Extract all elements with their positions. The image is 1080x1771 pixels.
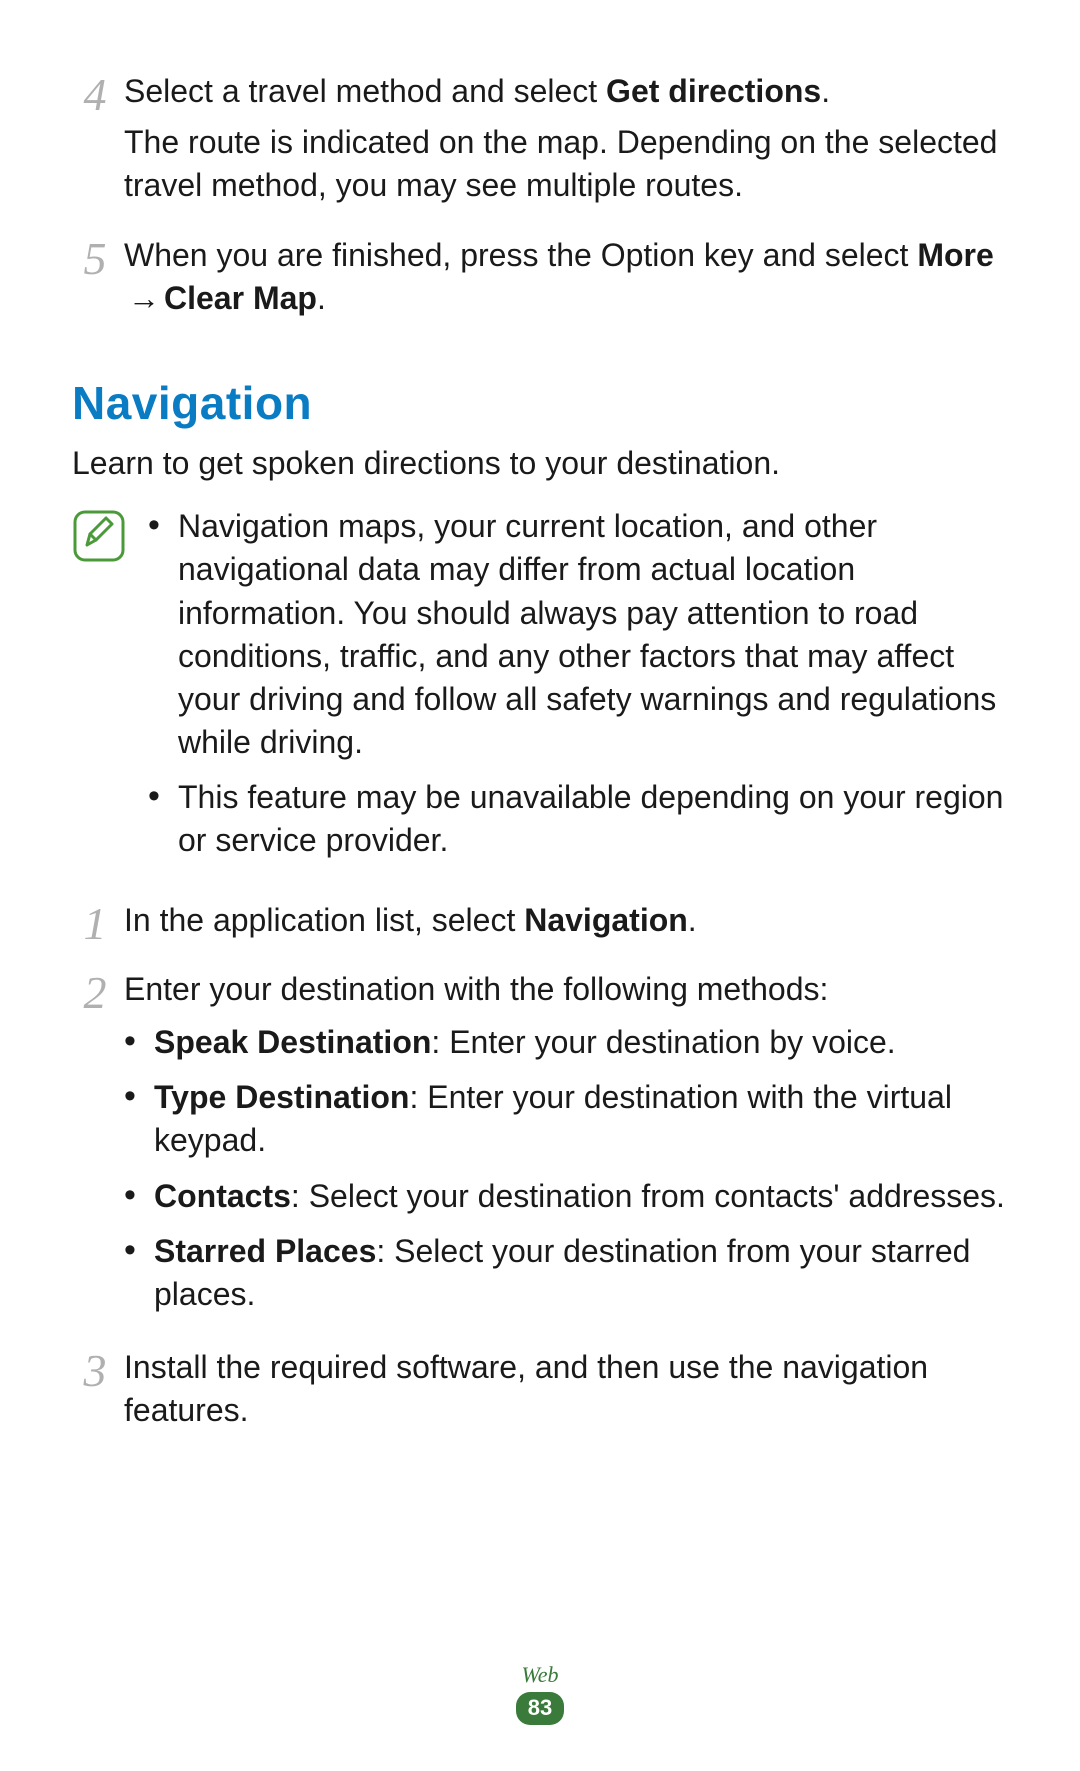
step-number: 3 [72, 1346, 118, 1394]
step-line: Install the required software, and then … [124, 1346, 1008, 1432]
step-line: The route is indicated on the map. Depen… [124, 121, 1008, 207]
page-footer: Web 83 [0, 1662, 1080, 1725]
manual-page: 4Select a travel method and select Get d… [0, 0, 1080, 1771]
step-line: Enter your destination with the followin… [124, 968, 1008, 1011]
step-item: 3Install the required software, and then… [72, 1346, 1008, 1440]
sub-bullet-item: Contacts: Select your destination from c… [124, 1175, 1008, 1218]
step-item: 2Enter your destination with the followi… [72, 968, 1008, 1328]
step-body: In the application list, select Navigati… [118, 899, 1008, 950]
note-box: Navigation maps, your current location, … [72, 505, 1008, 875]
footer-page-number: 83 [516, 1692, 564, 1725]
step-body: Select a travel method and select Get di… [118, 70, 1008, 216]
step-number: 5 [72, 234, 118, 282]
step-line: Select a travel method and select Get di… [124, 70, 1008, 113]
top-steps-list: 4Select a travel method and select Get d… [72, 70, 1008, 328]
step-body: Enter your destination with the followin… [118, 968, 1008, 1328]
sub-bullet-list: Speak Destination: Enter your destinatio… [124, 1021, 1008, 1316]
step-line: In the application list, select Navigati… [124, 899, 1008, 942]
section-heading: Navigation [72, 376, 1008, 430]
sub-bullet-item: Type Destination: Enter your destination… [124, 1076, 1008, 1162]
step-body: Install the required software, and then … [118, 1346, 1008, 1440]
step-item: 4Select a travel method and select Get d… [72, 70, 1008, 216]
sub-bullet-item: Starred Places: Select your destination … [124, 1230, 1008, 1316]
note-body: Navigation maps, your current location, … [148, 505, 1008, 875]
section-intro: Learn to get spoken directions to your d… [72, 442, 1008, 485]
footer-section-label: Web [0, 1662, 1080, 1688]
step-item: 1In the application list, select Navigat… [72, 899, 1008, 950]
step-number: 2 [72, 968, 118, 1016]
step-number: 1 [72, 899, 118, 947]
note-icon [72, 509, 126, 563]
nav-steps-list: 1In the application list, select Navigat… [72, 899, 1008, 1441]
step-body: When you are finished, press the Option … [118, 234, 1008, 328]
sub-bullet-item: Speak Destination: Enter your destinatio… [124, 1021, 1008, 1064]
step-number: 4 [72, 70, 118, 118]
step-line: When you are finished, press the Option … [124, 234, 1008, 320]
note-bullet-list: Navigation maps, your current location, … [148, 505, 1008, 863]
note-bullet-item: This feature may be unavailable dependin… [148, 776, 1008, 862]
step-item: 5When you are finished, press the Option… [72, 234, 1008, 328]
note-bullet-item: Navigation maps, your current location, … [148, 505, 1008, 764]
